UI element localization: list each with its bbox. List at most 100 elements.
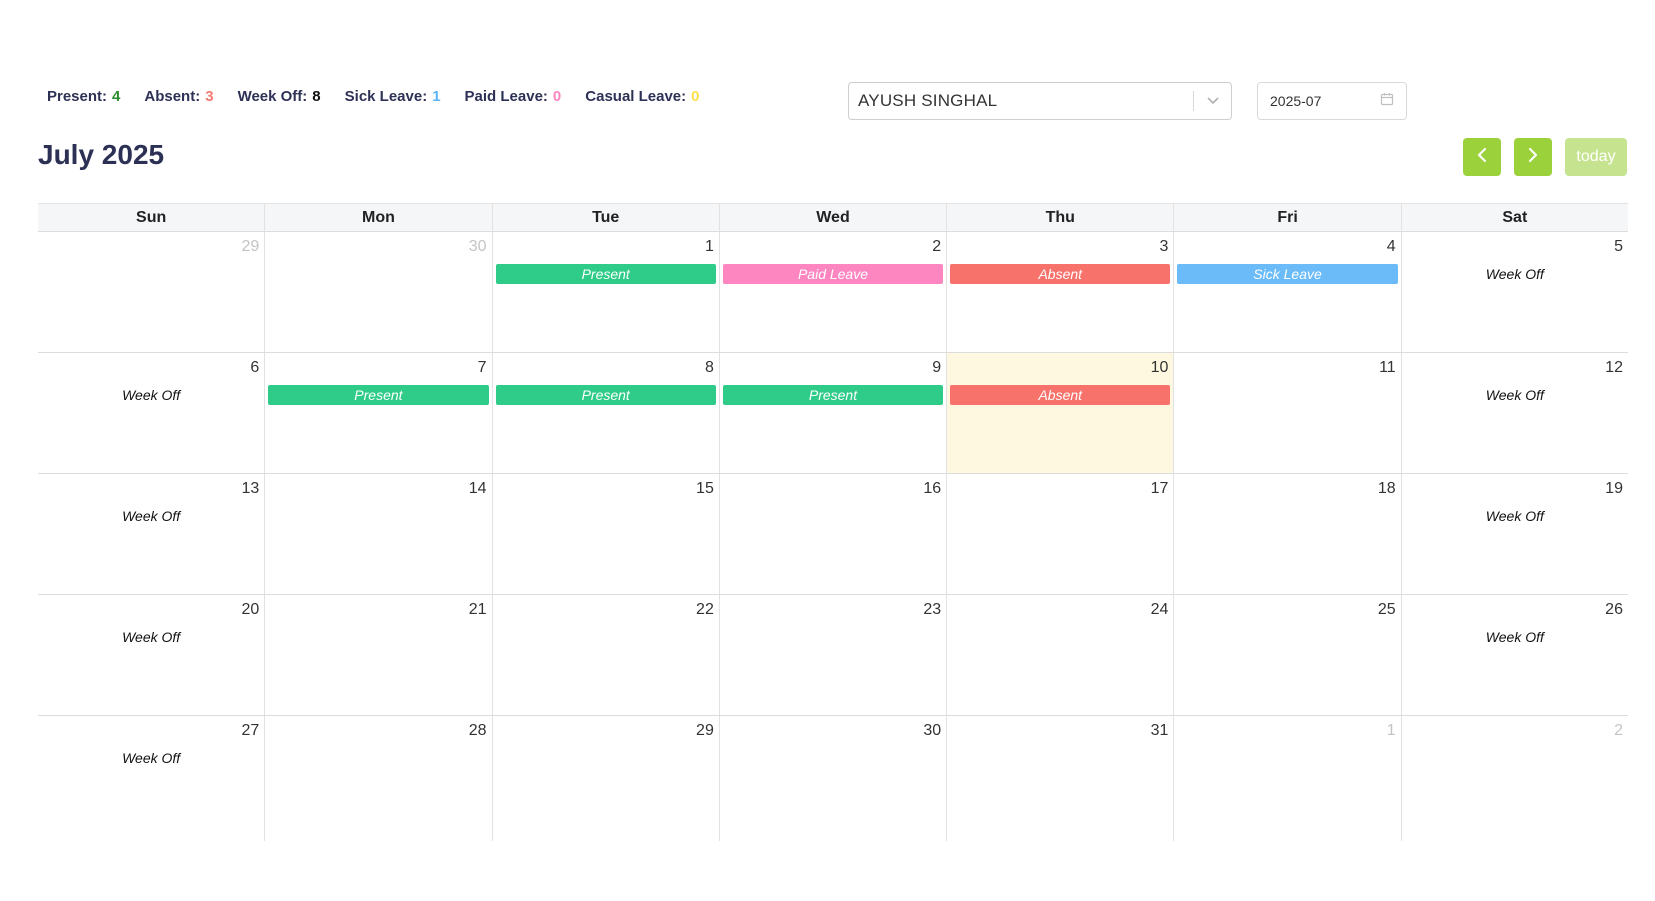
day-number[interactable]: 28 — [268, 720, 488, 742]
day-cell[interactable]: 6 Week Off — [38, 353, 264, 473]
day-cell[interactable]: 2 — [1400, 716, 1628, 841]
attendance-event-present[interactable]: Present — [495, 264, 716, 284]
day-number[interactable]: 17 — [950, 478, 1170, 500]
day-number[interactable]: 2 — [723, 236, 943, 258]
day-number[interactable]: 30 — [268, 236, 488, 258]
day-cell[interactable]: 22 — [491, 595, 719, 715]
day-cell[interactable]: 25 — [1173, 595, 1400, 715]
summary-label: Paid Leave: — [464, 88, 548, 105]
day-number[interactable]: 9 — [723, 357, 943, 379]
day-cell[interactable]: 29 — [491, 716, 719, 841]
day-number[interactable]: 15 — [496, 478, 716, 500]
day-number[interactable]: 14 — [268, 478, 488, 500]
attendance-event-weekoff[interactable]: Week Off — [1405, 385, 1625, 405]
day-cell[interactable]: 26 Week Off — [1400, 595, 1628, 715]
day-number[interactable]: 4 — [1177, 236, 1397, 258]
day-cell[interactable]: 16 — [718, 474, 946, 594]
day-cell[interactable]: 30 — [718, 716, 946, 841]
day-cell[interactable]: 20 Week Off — [38, 595, 264, 715]
day-number[interactable]: 11 — [1177, 357, 1397, 379]
day-number[interactable]: 13 — [41, 478, 261, 500]
day-number[interactable]: 8 — [496, 357, 716, 379]
day-cell[interactable]: 5 Week Off — [1400, 232, 1628, 352]
employee-select[interactable]: AYUSH SINGHAL — [848, 82, 1232, 120]
day-number[interactable]: 1 — [496, 236, 716, 258]
day-cell[interactable]: 3 Absent — [946, 232, 1173, 352]
day-cell[interactable]: 1 — [1173, 716, 1400, 841]
day-number[interactable]: 20 — [41, 599, 261, 621]
dow-sun: Sun — [136, 208, 167, 226]
day-number[interactable]: 2 — [1405, 720, 1625, 742]
day-cell[interactable]: 8 Present — [491, 353, 719, 473]
attendance-event-weekoff[interactable]: Week Off — [1405, 627, 1625, 647]
chevron-down-icon[interactable] — [1194, 83, 1231, 119]
attendance-event-weekoff[interactable]: Week Off — [41, 385, 261, 405]
attendance-event-sick[interactable]: Sick Leave — [1177, 264, 1398, 284]
attendance-event-paid[interactable]: Paid Leave — [722, 264, 944, 284]
day-cell[interactable]: 31 — [946, 716, 1173, 841]
prev-month-button[interactable] — [1463, 138, 1501, 176]
attendance-event-absent[interactable]: Absent — [950, 385, 1171, 405]
day-cell[interactable]: 17 — [946, 474, 1173, 594]
day-cell[interactable]: 9 Present — [718, 353, 946, 473]
day-number[interactable]: 5 — [1405, 236, 1625, 258]
day-number[interactable]: 6 — [41, 357, 261, 379]
day-number[interactable]: 26 — [1405, 599, 1625, 621]
day-number[interactable]: 27 — [41, 720, 261, 742]
day-cell[interactable]: 18 — [1173, 474, 1400, 594]
day-cell[interactable]: 28 — [264, 716, 491, 841]
day-number[interactable]: 22 — [496, 599, 716, 621]
day-number[interactable]: 19 — [1405, 478, 1625, 500]
day-number[interactable]: 29 — [41, 236, 261, 258]
dow-wed: Wed — [718, 204, 946, 231]
attendance-event-present[interactable]: Present — [722, 385, 944, 405]
day-cell[interactable]: 19 Week Off — [1400, 474, 1628, 594]
day-cell[interactable]: 24 — [946, 595, 1173, 715]
day-cell[interactable]: 30 — [264, 232, 491, 352]
calendar-title: July 2025 — [38, 139, 165, 170]
day-cell[interactable]: 4 Sick Leave — [1173, 232, 1400, 352]
day-number[interactable]: 18 — [1177, 478, 1397, 500]
day-number[interactable]: 1 — [1177, 720, 1397, 742]
day-cell[interactable]: 21 — [264, 595, 491, 715]
day-number[interactable]: 31 — [950, 720, 1170, 742]
day-cell-today[interactable]: 10 Absent — [946, 353, 1174, 473]
day-cell[interactable]: 12 Week Off — [1400, 353, 1628, 473]
day-cell[interactable]: 14 — [264, 474, 491, 594]
day-number[interactable]: 16 — [723, 478, 943, 500]
week-row: 13 Week Off 14 15 16 17 18 19 Week Off — [38, 474, 1628, 595]
day-cell[interactable]: 23 — [718, 595, 946, 715]
day-number[interactable]: 23 — [723, 599, 943, 621]
attendance-event-present[interactable]: Present — [495, 385, 716, 405]
day-cell[interactable]: 13 Week Off — [38, 474, 264, 594]
attendance-event-weekoff[interactable]: Week Off — [41, 506, 261, 526]
month-picker[interactable]: 2025-07 — [1257, 82, 1407, 120]
attendance-event-present[interactable]: Present — [268, 385, 489, 405]
day-number[interactable]: 3 — [950, 236, 1170, 258]
day-number[interactable]: 7 — [268, 357, 488, 379]
day-cell[interactable]: 2 Paid Leave — [718, 232, 946, 352]
day-cell[interactable]: 15 — [491, 474, 719, 594]
attendance-event-weekoff[interactable]: Week Off — [1405, 264, 1625, 284]
day-cell[interactable]: 11 — [1173, 353, 1400, 473]
next-month-button[interactable] — [1514, 138, 1552, 176]
summary-paid-leave: Paid Leave: 0 — [465, 88, 562, 105]
day-number[interactable]: 29 — [496, 720, 716, 742]
attendance-event-weekoff[interactable]: Week Off — [41, 627, 261, 647]
day-number[interactable]: 30 — [723, 720, 943, 742]
day-cell[interactable]: 27 Week Off — [38, 716, 264, 841]
day-number[interactable]: 21 — [268, 599, 488, 621]
day-cell[interactable]: 29 — [38, 232, 264, 352]
attendance-event-weekoff[interactable]: Week Off — [41, 748, 261, 768]
today-button[interactable]: today — [1565, 138, 1627, 176]
day-number[interactable]: 10 — [950, 357, 1170, 379]
day-cell[interactable]: 1 Present — [491, 232, 719, 352]
week-row: 6 Week Off 7 Present 8 Present 9 Present 10 Absen… — [38, 353, 1628, 474]
attendance-event-absent[interactable]: Absent — [950, 264, 1171, 284]
day-number[interactable]: 25 — [1177, 599, 1397, 621]
day-number[interactable]: 12 — [1405, 357, 1625, 379]
summary-present: Present: 4 — [47, 88, 120, 105]
attendance-event-weekoff[interactable]: Week Off — [1405, 506, 1625, 526]
day-number[interactable]: 24 — [950, 599, 1170, 621]
day-cell[interactable]: 7 Present — [264, 353, 491, 473]
